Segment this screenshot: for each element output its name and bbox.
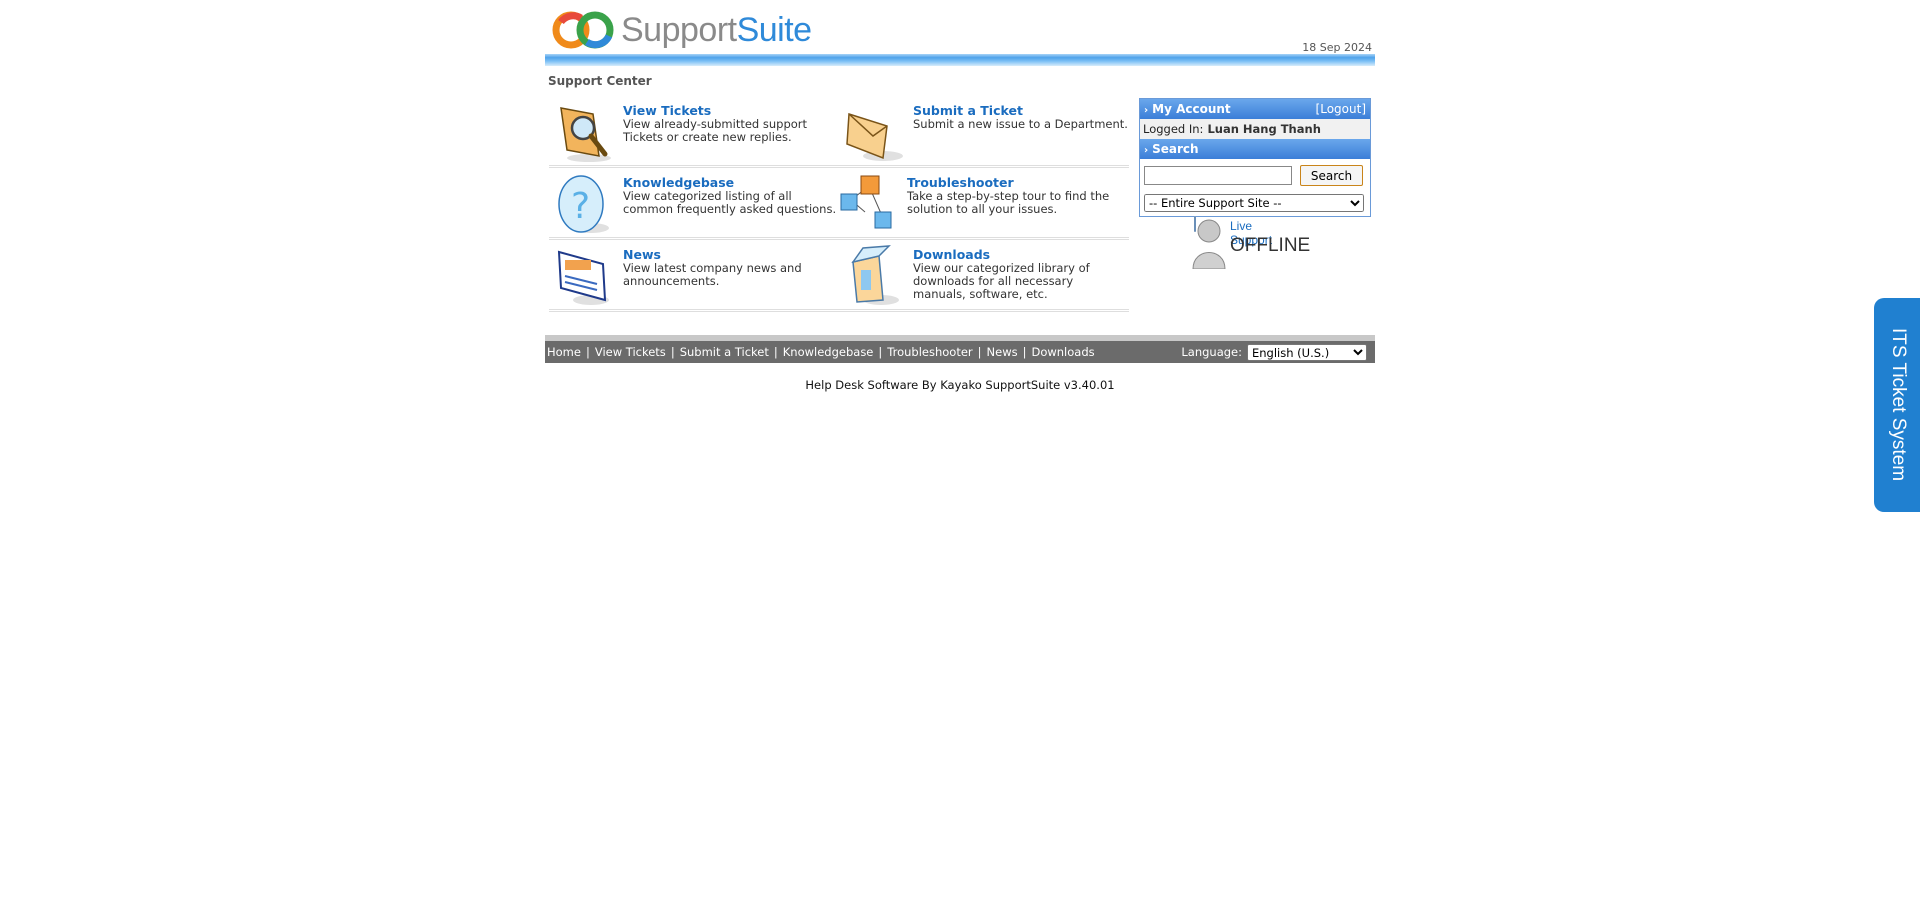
newspaper-icon <box>557 250 609 305</box>
search-input[interactable] <box>1144 166 1292 185</box>
footer-link-view-tickets[interactable]: View Tickets <box>595 345 666 359</box>
view-tickets-description: View already-submitted support Tickets o… <box>623 117 808 144</box>
its-ticket-system-label: ITS Ticket System <box>1888 328 1909 482</box>
footer-link-knowledgebase[interactable]: Knowledgebase <box>783 345 874 359</box>
its-ticket-system-tab[interactable]: ITS Ticket System <box>1874 298 1920 512</box>
logo-text: SupportSuite <box>621 10 812 49</box>
search-button[interactable]: Search <box>1300 165 1363 186</box>
search-area: Search -- Entire Support Site -- <box>1140 159 1370 216</box>
module-downloads[interactable]: Downloads View our categorized library o… <box>839 240 1129 309</box>
downloads-description: View our categorized library of download… <box>913 261 1090 301</box>
view-tickets-link[interactable]: View Tickets <box>623 103 839 118</box>
live-support-button[interactable]: Live Support OFFLINE <box>1192 216 1310 269</box>
submit-ticket-description: Submit a new issue to a Department. <box>913 117 1128 131</box>
news-link[interactable]: News <box>623 247 839 262</box>
modules-row: ? Knowledgebase View categorized listing… <box>549 168 1129 240</box>
language-label: Language: <box>1181 345 1242 359</box>
account-box: › My Account [Logout] Logged In: Luan Han… <box>1139 98 1371 217</box>
news-description: View latest company news and announcemen… <box>623 261 802 288</box>
credit-text: Help Desk Software By Kayako SupportSuit… <box>805 378 1115 392</box>
language-select[interactable]: English (U.S.) <box>1247 343 1367 361</box>
side-panel: › My Account [Logout] Logged In: Luan Han… <box>1139 98 1371 269</box>
envelope-icon <box>846 112 903 161</box>
account-title: My Account <box>1152 102 1231 116</box>
footer-link-news[interactable]: News <box>987 345 1018 359</box>
magnifier-folder-icon <box>560 107 611 162</box>
downloads-link[interactable]: Downloads <box>913 247 1129 262</box>
footer-links: Home | View Tickets | Submit a Ticket | Knowle… <box>547 345 1095 359</box>
search-title: Search <box>1152 142 1199 156</box>
logout-link[interactable]: [Logout] <box>1316 102 1366 116</box>
module-knowledgebase[interactable]: ? Knowledgebase View categorized listing… <box>549 168 839 237</box>
footer-nav: Home | View Tickets | Submit a Ticket | Knowle… <box>545 341 1375 363</box>
person-icon <box>1192 219 1226 269</box>
box-icon <box>851 245 899 305</box>
logged-in-row: Logged In: Luan Hang Thanh <box>1140 119 1370 139</box>
header: SupportSuite 18 Sep 2024 <box>545 0 1375 68</box>
modules-grid: View Tickets View already-submitted supp… <box>549 96 1129 312</box>
live-support-status: OFFLINE <box>1230 235 1311 256</box>
footer-link-submit-ticket[interactable]: Submit a Ticket <box>680 345 769 359</box>
page-container: SupportSuite 18 Sep 2024 Support Center … <box>545 0 1375 392</box>
user-name: Luan Hang Thanh <box>1207 122 1321 136</box>
module-view-tickets[interactable]: View Tickets View already-submitted supp… <box>549 96 839 165</box>
cubes-icon <box>840 175 892 229</box>
logo[interactable]: SupportSuite <box>551 8 812 52</box>
chevron-right-icon: › <box>1144 105 1149 116</box>
search-box-header: › Search <box>1140 139 1370 159</box>
account-box-header: › My Account [Logout] <box>1140 99 1370 119</box>
troubleshooter-link[interactable]: Troubleshooter <box>907 175 1129 190</box>
language-selector: Language: English (U.S.) <box>1181 343 1375 361</box>
question-mark-icon: ? <box>558 175 609 233</box>
search-scope-select[interactable]: -- Entire Support Site -- <box>1144 194 1364 212</box>
knowledgebase-link[interactable]: Knowledgebase <box>623 175 839 190</box>
logged-in-label: Logged In: <box>1143 122 1204 136</box>
chevron-right-icon: › <box>1144 145 1149 156</box>
modules-row: News View latest company news and announ… <box>549 240 1129 312</box>
knowledgebase-description: View categorized listing of all common f… <box>623 189 837 216</box>
logo-mark-icon <box>552 11 614 49</box>
troubleshooter-description: Take a step-by-step tour to find the sol… <box>907 189 1110 216</box>
modules-row: View Tickets View already-submitted supp… <box>549 96 1129 168</box>
submit-ticket-link[interactable]: Submit a Ticket <box>913 103 1128 118</box>
module-troubleshooter[interactable]: Troubleshooter Take a step-by-step tour … <box>839 168 1129 237</box>
module-news[interactable]: News View latest company news and announ… <box>549 240 839 309</box>
svg-text:?: ? <box>571 186 590 227</box>
module-submit-ticket[interactable]: Submit a Ticket Submit a new issue to a … <box>839 96 1129 165</box>
footer-link-troubleshooter[interactable]: Troubleshooter <box>887 345 972 359</box>
page-title: Support Center <box>548 74 652 88</box>
header-bar <box>545 54 1375 66</box>
footer-link-home[interactable]: Home <box>547 345 581 359</box>
current-date: 18 Sep 2024 <box>1302 41 1372 54</box>
footer-link-downloads[interactable]: Downloads <box>1031 345 1094 359</box>
